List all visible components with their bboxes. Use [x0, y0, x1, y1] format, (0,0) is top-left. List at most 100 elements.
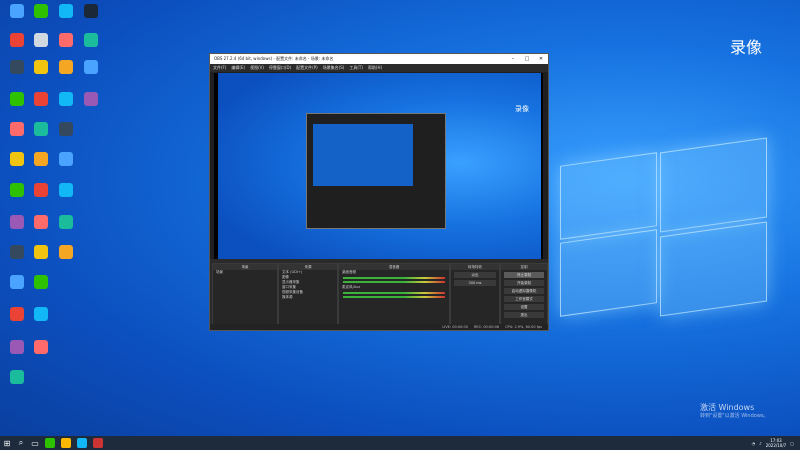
file-explorer-icon[interactable] — [61, 438, 71, 448]
desktop-shortcut-icon[interactable] — [30, 4, 52, 18]
desktop-shortcut-icon[interactable] — [6, 33, 28, 47]
exit-button[interactable]: 退出 — [504, 312, 544, 318]
app-icon — [10, 340, 24, 354]
desktop-shortcut-icon[interactable] — [30, 245, 52, 259]
desktop-shortcut-icon[interactable] — [6, 152, 28, 166]
transition-select[interactable]: 淡出 — [454, 272, 496, 278]
app-icon — [10, 122, 24, 136]
desktop-shortcut-icon[interactable] — [6, 122, 28, 136]
obs-titlebar[interactable]: OBS 27.2.4 (64 bit, windows) - 配置文件: 未命名… — [210, 54, 548, 64]
desktop-shortcut-icon[interactable] — [30, 92, 52, 106]
network-icon[interactable]: ◔ — [752, 441, 756, 446]
app-icon — [59, 33, 73, 47]
desktop-shortcut-icon[interactable] — [30, 215, 52, 229]
menu-scene-collection[interactable]: 场景集合(S) — [323, 65, 345, 71]
windows-logo-wallpaper — [560, 137, 770, 317]
desktop-shortcut-icon[interactable] — [6, 60, 28, 74]
app-icon — [59, 183, 73, 197]
desktop-shortcut-icon[interactable] — [6, 245, 28, 259]
close-icon[interactable]: ✕ — [534, 56, 548, 62]
menu-file[interactable]: 文件(F) — [213, 65, 226, 71]
desktop-shortcut-icon[interactable] — [55, 215, 77, 229]
start-button[interactable]: ⊞ — [0, 436, 14, 450]
clock-date: 2022/10/7 — [765, 443, 787, 448]
desktop-shortcut-icon[interactable] — [30, 60, 52, 74]
desktop-shortcut-icon[interactable] — [30, 152, 52, 166]
app-icon — [34, 92, 48, 106]
app-icon — [34, 183, 48, 197]
qq-taskbar-icon[interactable] — [77, 438, 87, 448]
desktop-shortcut-icon[interactable] — [6, 215, 28, 229]
app-icon — [84, 60, 98, 74]
activation-watermark-sub: 转到"设置"以激活 Windows。 — [700, 413, 769, 419]
desktop-shortcut-icon[interactable] — [55, 152, 77, 166]
desktop-shortcut-icon[interactable] — [6, 307, 28, 321]
wechat-taskbar-icon[interactable] — [45, 438, 55, 448]
settings-button[interactable]: 设置 — [504, 304, 544, 310]
audio-meter — [343, 281, 445, 283]
menu-docks[interactable]: 停靠窗口(D) — [269, 65, 291, 71]
desktop-shortcut-icon[interactable] — [6, 370, 28, 384]
transition-duration[interactable]: 300 ms — [454, 280, 496, 286]
virtual-camera-button[interactable]: 启动虚拟摄像机 — [504, 288, 544, 294]
desktop-shortcut-icon[interactable] — [55, 60, 77, 74]
desktop-shortcut-icon[interactable] — [55, 122, 77, 136]
desktop-shortcut-icon[interactable] — [55, 33, 77, 47]
search-icon[interactable]: ⌕ — [14, 436, 28, 450]
app-icon — [34, 122, 48, 136]
desktop-shortcut-icon[interactable] — [30, 275, 52, 289]
controls-header: 控制 — [501, 264, 547, 270]
notification-icon[interactable]: ▢ — [790, 441, 794, 446]
obs-taskbar-icon[interactable] — [93, 438, 103, 448]
desktop-shortcut-icon[interactable] — [30, 33, 52, 47]
desktop-shortcut-icon[interactable] — [55, 183, 77, 197]
menu-help[interactable]: 帮助(H) — [368, 65, 382, 71]
desktop-shortcut-icon[interactable] — [6, 183, 28, 197]
clock[interactable]: 17:03 2022/10/7 — [766, 438, 787, 448]
app-icon — [10, 215, 24, 229]
desktop-shortcut-icon[interactable] — [30, 122, 52, 136]
desktop-shortcut-icon[interactable] — [30, 307, 52, 321]
maximize-icon[interactable]: □ — [520, 56, 534, 62]
app-icon — [34, 152, 48, 166]
source-item[interactable]: 媒体源 — [279, 295, 337, 300]
obs-window[interactable]: OBS 27.2.4 (64 bit, windows) - 配置文件: 未命名… — [209, 53, 549, 331]
menu-profile[interactable]: 配置文件(P) — [296, 65, 318, 71]
menu-tools[interactable]: 工具(T) — [349, 65, 363, 71]
app-icon — [59, 245, 73, 259]
minimize-icon[interactable]: – — [506, 56, 520, 62]
desktop-shortcut-icon[interactable] — [55, 245, 77, 259]
task-view-icon[interactable]: ▭ — [28, 436, 42, 450]
desktop-shortcut-icon[interactable] — [55, 4, 77, 18]
desktop-shortcut-icon[interactable] — [30, 183, 52, 197]
desktop-shortcut-icon[interactable] — [6, 340, 28, 354]
desktop-shortcut-icon[interactable] — [80, 92, 102, 106]
obs-window-title: OBS 27.2.4 (64 bit, windows) - 配置文件: 未命名… — [214, 56, 334, 61]
desktop-shortcut-icon[interactable] — [80, 4, 102, 18]
app-icon — [10, 152, 24, 166]
studio-mode-button[interactable]: 工作室模式 — [504, 296, 544, 302]
desktop-shortcut-icon[interactable] — [6, 4, 28, 18]
obs-statusbar: LIVE: 00:00:00 REC: 00:00:06 CPU: 2.9%, … — [210, 324, 548, 330]
app-icon — [34, 307, 48, 321]
scene-item[interactable]: 场景 — [213, 270, 277, 275]
desktop-shortcut-icon[interactable] — [6, 92, 28, 106]
stop-recording-button[interactable]: 停止录制 — [504, 272, 544, 278]
desktop-shortcut-icon[interactable] — [6, 275, 28, 289]
app-icon — [10, 183, 24, 197]
app-icon — [84, 33, 98, 47]
preview-title-text: 录像 — [515, 105, 529, 113]
app-icon — [34, 4, 48, 18]
volume-icon[interactable]: ♪ — [759, 441, 762, 446]
audio-meter — [343, 296, 445, 298]
desktop-shortcut-icon[interactable] — [55, 92, 77, 106]
menu-edit[interactable]: 编辑(E) — [231, 65, 245, 71]
menu-view[interactable]: 视图(V) — [250, 65, 264, 71]
desktop-shortcut-icon[interactable] — [80, 60, 102, 74]
mixer-channel-label: 桌面音频 — [342, 270, 356, 274]
app-icon — [10, 60, 24, 74]
desktop-shortcut-icon[interactable] — [80, 33, 102, 47]
app-icon — [34, 245, 48, 259]
desktop-shortcut-icon[interactable] — [30, 340, 52, 354]
start-recording-button[interactable]: 开始录制 — [504, 280, 544, 286]
